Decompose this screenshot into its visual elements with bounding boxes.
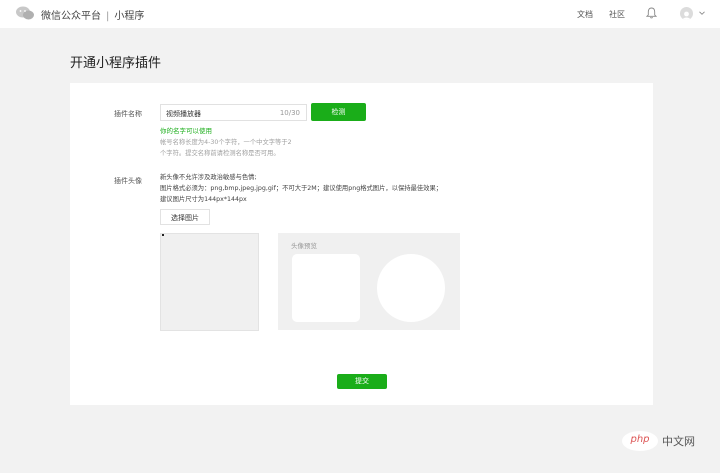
top-bar: 微信公众平台 | 小程序 文档 社区 bbox=[0, 0, 720, 28]
bell-icon[interactable] bbox=[646, 7, 657, 19]
name-available-hint: 你的名字可以使用 bbox=[160, 127, 212, 135]
brand-separator: | bbox=[106, 11, 110, 22]
image-crop-area[interactable] bbox=[160, 233, 259, 331]
crop-handle[interactable] bbox=[162, 234, 164, 236]
avatar-preview-label: 头像预览 bbox=[291, 242, 317, 250]
plugin-name-input[interactable]: 视频播放器 10/30 bbox=[160, 104, 307, 121]
plugin-name-value: 视频播放器 bbox=[166, 110, 201, 118]
name-rule-hint-line1: 帐号名称长度为4-30个字符，一个中文字等于2 bbox=[160, 139, 292, 146]
plugin-name-label: 插件名称 bbox=[114, 110, 142, 118]
user-avatar-icon[interactable] bbox=[680, 7, 693, 20]
submit-button[interactable]: 提交 bbox=[337, 374, 387, 389]
avatar-rule-1: 新头像不允许涉及政治敏感与色情; bbox=[160, 174, 257, 181]
wechat-logo-icon bbox=[16, 6, 34, 20]
brand-name: 微信公众平台 bbox=[41, 11, 101, 22]
watermark-logo: php bbox=[630, 434, 650, 445]
name-rule-hint-line2: 个字符。提交名称前请检测名称是否可用。 bbox=[160, 150, 280, 157]
plugin-form-card: 插件名称 视频播放器 10/30 检测 你的名字可以使用 帐号名称长度为4-30… bbox=[70, 83, 653, 405]
page-title: 开通小程序插件 bbox=[70, 56, 162, 71]
avatar-preview-panel: 头像预览 bbox=[278, 233, 460, 330]
nav-docs[interactable]: 文档 bbox=[577, 9, 593, 20]
watermark-text: 中文网 bbox=[662, 435, 695, 448]
brand[interactable]: 微信公众平台 | 小程序 bbox=[41, 7, 144, 22]
avatar-rule-2: 图片格式必须为：png,bmp,jpeg,jpg,gif；不可大于2M；建议使用… bbox=[160, 185, 443, 192]
plugin-avatar-label: 插件头像 bbox=[114, 177, 142, 185]
avatar-rule-3: 建议图片尺寸为144px*144px bbox=[160, 196, 247, 203]
nav-community[interactable]: 社区 bbox=[609, 9, 625, 20]
avatar-preview-circle bbox=[377, 254, 445, 322]
product-name: 小程序 bbox=[114, 11, 145, 22]
avatar-preview-square bbox=[292, 254, 360, 322]
plugin-name-char-count: 10/30 bbox=[279, 109, 300, 117]
choose-image-button[interactable]: 选择图片 bbox=[160, 209, 210, 225]
check-button[interactable]: 检测 bbox=[311, 103, 366, 121]
chevron-down-icon[interactable] bbox=[698, 9, 706, 17]
